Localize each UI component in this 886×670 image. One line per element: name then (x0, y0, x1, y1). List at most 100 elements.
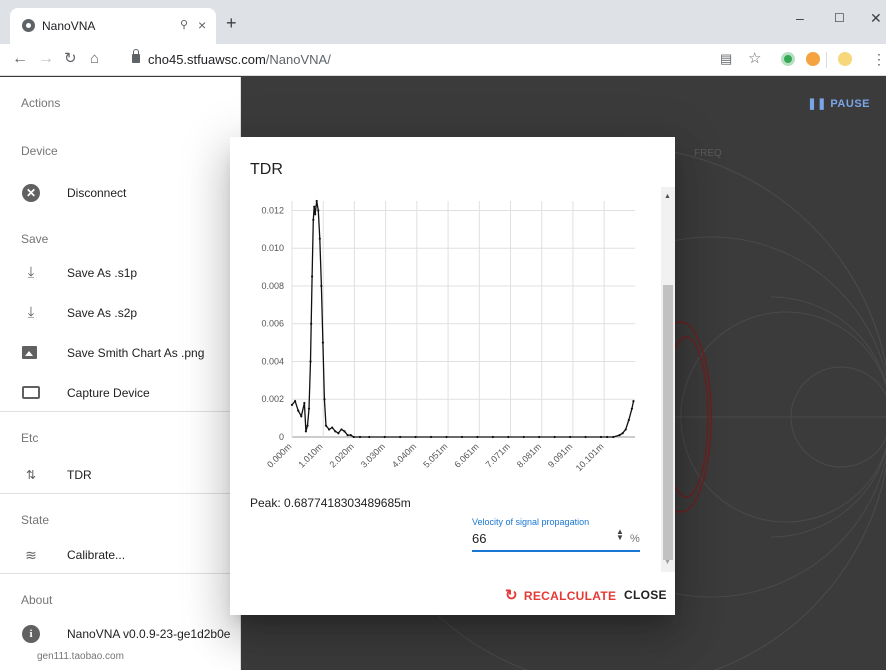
tdr-data-point (306, 424, 309, 427)
tab-close-icon[interactable]: × (198, 17, 206, 33)
tdr-series-line (291, 200, 635, 438)
url-text[interactable]: cho45.stfuawsc.com/NanoVNA/ (148, 52, 331, 67)
y-tick-label: 0.010 (261, 243, 284, 253)
extension-cookie-icon[interactable] (806, 52, 820, 66)
save-s2p-label: Save As .s2p (67, 306, 138, 320)
save-s1p-item[interactable]: ⤓ Save As .s1p (0, 253, 241, 293)
tdr-data-point (293, 400, 297, 403)
forward-arrow-icon[interactable]: → (38, 50, 54, 68)
tdr-data-point (352, 435, 355, 439)
tdr-data-point (297, 409, 300, 412)
save-s2p-item[interactable]: ⤓ Save As .s2p (0, 293, 241, 333)
x-tick-label: 10.101m (574, 441, 606, 473)
tdr-data-point (300, 415, 303, 418)
tdr-data-point (383, 435, 386, 439)
tdr-data-point (606, 435, 609, 439)
velocity-input[interactable]: 66 (472, 531, 486, 546)
tdr-dialog: TDR 0.012 0.010 0.008 0.006 0.004 0.002 0 0.000… (230, 137, 675, 615)
tdr-data-point (327, 428, 331, 431)
watermark-text: gen111.taobao.com (37, 651, 124, 662)
smith-x-arc (770, 449, 886, 538)
bookmark-star-icon[interactable]: ☆ (748, 50, 761, 68)
tab-title: NanoVNA (42, 19, 96, 33)
tdr-data-point (399, 435, 402, 439)
x-tick-label: 1.010m (296, 441, 324, 469)
swap-vert-icon: ⇅ (25, 468, 37, 482)
tdr-data-point (538, 435, 541, 439)
disconnect-label: Disconnect (67, 186, 127, 200)
tdr-data-point (317, 209, 320, 212)
tdr-data-point (491, 435, 494, 439)
section-device: Device (21, 144, 58, 158)
close-button[interactable]: CLOSE (624, 588, 667, 602)
tdr-data-point (343, 430, 346, 433)
capture-device-item[interactable]: Capture Device (0, 373, 241, 413)
tdr-data-point (323, 398, 326, 401)
reload-icon[interactable]: ↻ (64, 50, 77, 68)
window-maximize-button[interactable]: ☐ (834, 11, 845, 25)
tdr-data-point (314, 213, 317, 216)
translate-icon[interactable]: ▤ (720, 50, 732, 68)
y-tick-label: 0.008 (261, 281, 284, 291)
info-icon: i (22, 625, 40, 643)
disconnect-item[interactable]: ✕ Disconnect (0, 173, 241, 213)
recalculate-label: RECALCULATE (523, 589, 617, 603)
velocity-underline (472, 550, 640, 552)
tdr-data-point (320, 284, 323, 288)
recalculate-button[interactable]: ↻ RECALCULATE (505, 586, 616, 604)
tdr-chart: 0.012 0.010 0.008 0.006 0.004 0.002 00.000m 1.0… (261, 199, 635, 473)
tdr-data-point (324, 424, 328, 427)
tdr-data-point (318, 237, 321, 240)
pin-icon[interactable]: ⚲ (180, 18, 188, 31)
tdr-data-point (346, 434, 349, 437)
tdr-data-point (621, 432, 624, 435)
x-tick-label: 4.040m (390, 441, 418, 469)
capture-device-label: Capture Device (67, 386, 150, 400)
cancel-circle-icon: ✕ (22, 184, 40, 202)
address-bar[interactable]: cho45.stfuawsc.com/NanoVNA/ (126, 47, 726, 73)
x-tick-label: 2.020m (328, 441, 356, 469)
calibrate-item[interactable]: ≋ Calibrate... (0, 535, 241, 575)
tdr-data-point (429, 435, 433, 439)
smith-x-arc (770, 296, 886, 385)
tdr-data-point (303, 401, 306, 405)
tdr-data-point (334, 430, 337, 433)
tdr-data-point (632, 400, 635, 403)
tdr-data-point (624, 428, 627, 431)
tdr-data-point (445, 435, 448, 439)
save-png-label: Save Smith Chart As .png (67, 346, 205, 360)
screen-icon (22, 386, 40, 399)
window-minimize-button[interactable]: – (796, 10, 804, 26)
velocity-unit: % (630, 533, 640, 545)
scroll-up-arrow-icon[interactable]: ▲ (664, 193, 671, 200)
tdr-item[interactable]: ⇅ TDR (0, 455, 241, 495)
velocity-stepper[interactable]: ▲ ▼ (616, 528, 624, 542)
tdr-data-point (507, 435, 510, 439)
tdr-data-point (312, 218, 315, 221)
home-icon[interactable]: ⌂ (90, 50, 99, 68)
version-item[interactable]: i NanoVNA v0.0.9-23-ge1d2b0e (0, 614, 241, 654)
tdr-data-point (315, 199, 318, 203)
window-close-button[interactable]: ✕ (870, 10, 882, 27)
section-state: State (0, 493, 241, 541)
tdr-data-point (331, 426, 334, 429)
x-tick-label: 8.081m (515, 441, 543, 469)
y-tick-label: 0.006 (261, 319, 284, 329)
tdr-data-point (414, 435, 417, 439)
tdr-data-point (358, 435, 362, 439)
browser-toolbar: ← → ↻ ⌂ cho45.stfuawsc.com/NanoVNA/ ▤ ☆ … (0, 44, 886, 76)
dialog-scrollbar[interactable]: ▲ ▼ (661, 187, 675, 572)
scroll-down-arrow-icon[interactable]: ▼ (664, 559, 671, 566)
tdr-data-point (627, 418, 630, 422)
calibrate-label: Calibrate... (67, 548, 126, 562)
scroll-thumb[interactable] (663, 285, 673, 560)
new-tab-button[interactable]: + (226, 14, 237, 32)
menu-kebab-icon[interactable]: ⋮ (872, 50, 886, 68)
save-png-item[interactable]: Save Smith Chart As .png (0, 333, 241, 373)
extension-green-icon[interactable] (781, 52, 795, 66)
antenna-icon: ≋ (25, 547, 37, 563)
pause-button[interactable]: ❚❚ PAUSE (807, 97, 870, 110)
back-arrow-icon[interactable]: ← (12, 50, 28, 68)
browser-tab[interactable]: NanoVNA ⚲ × (10, 8, 216, 44)
profile-avatar-icon[interactable] (838, 52, 852, 66)
